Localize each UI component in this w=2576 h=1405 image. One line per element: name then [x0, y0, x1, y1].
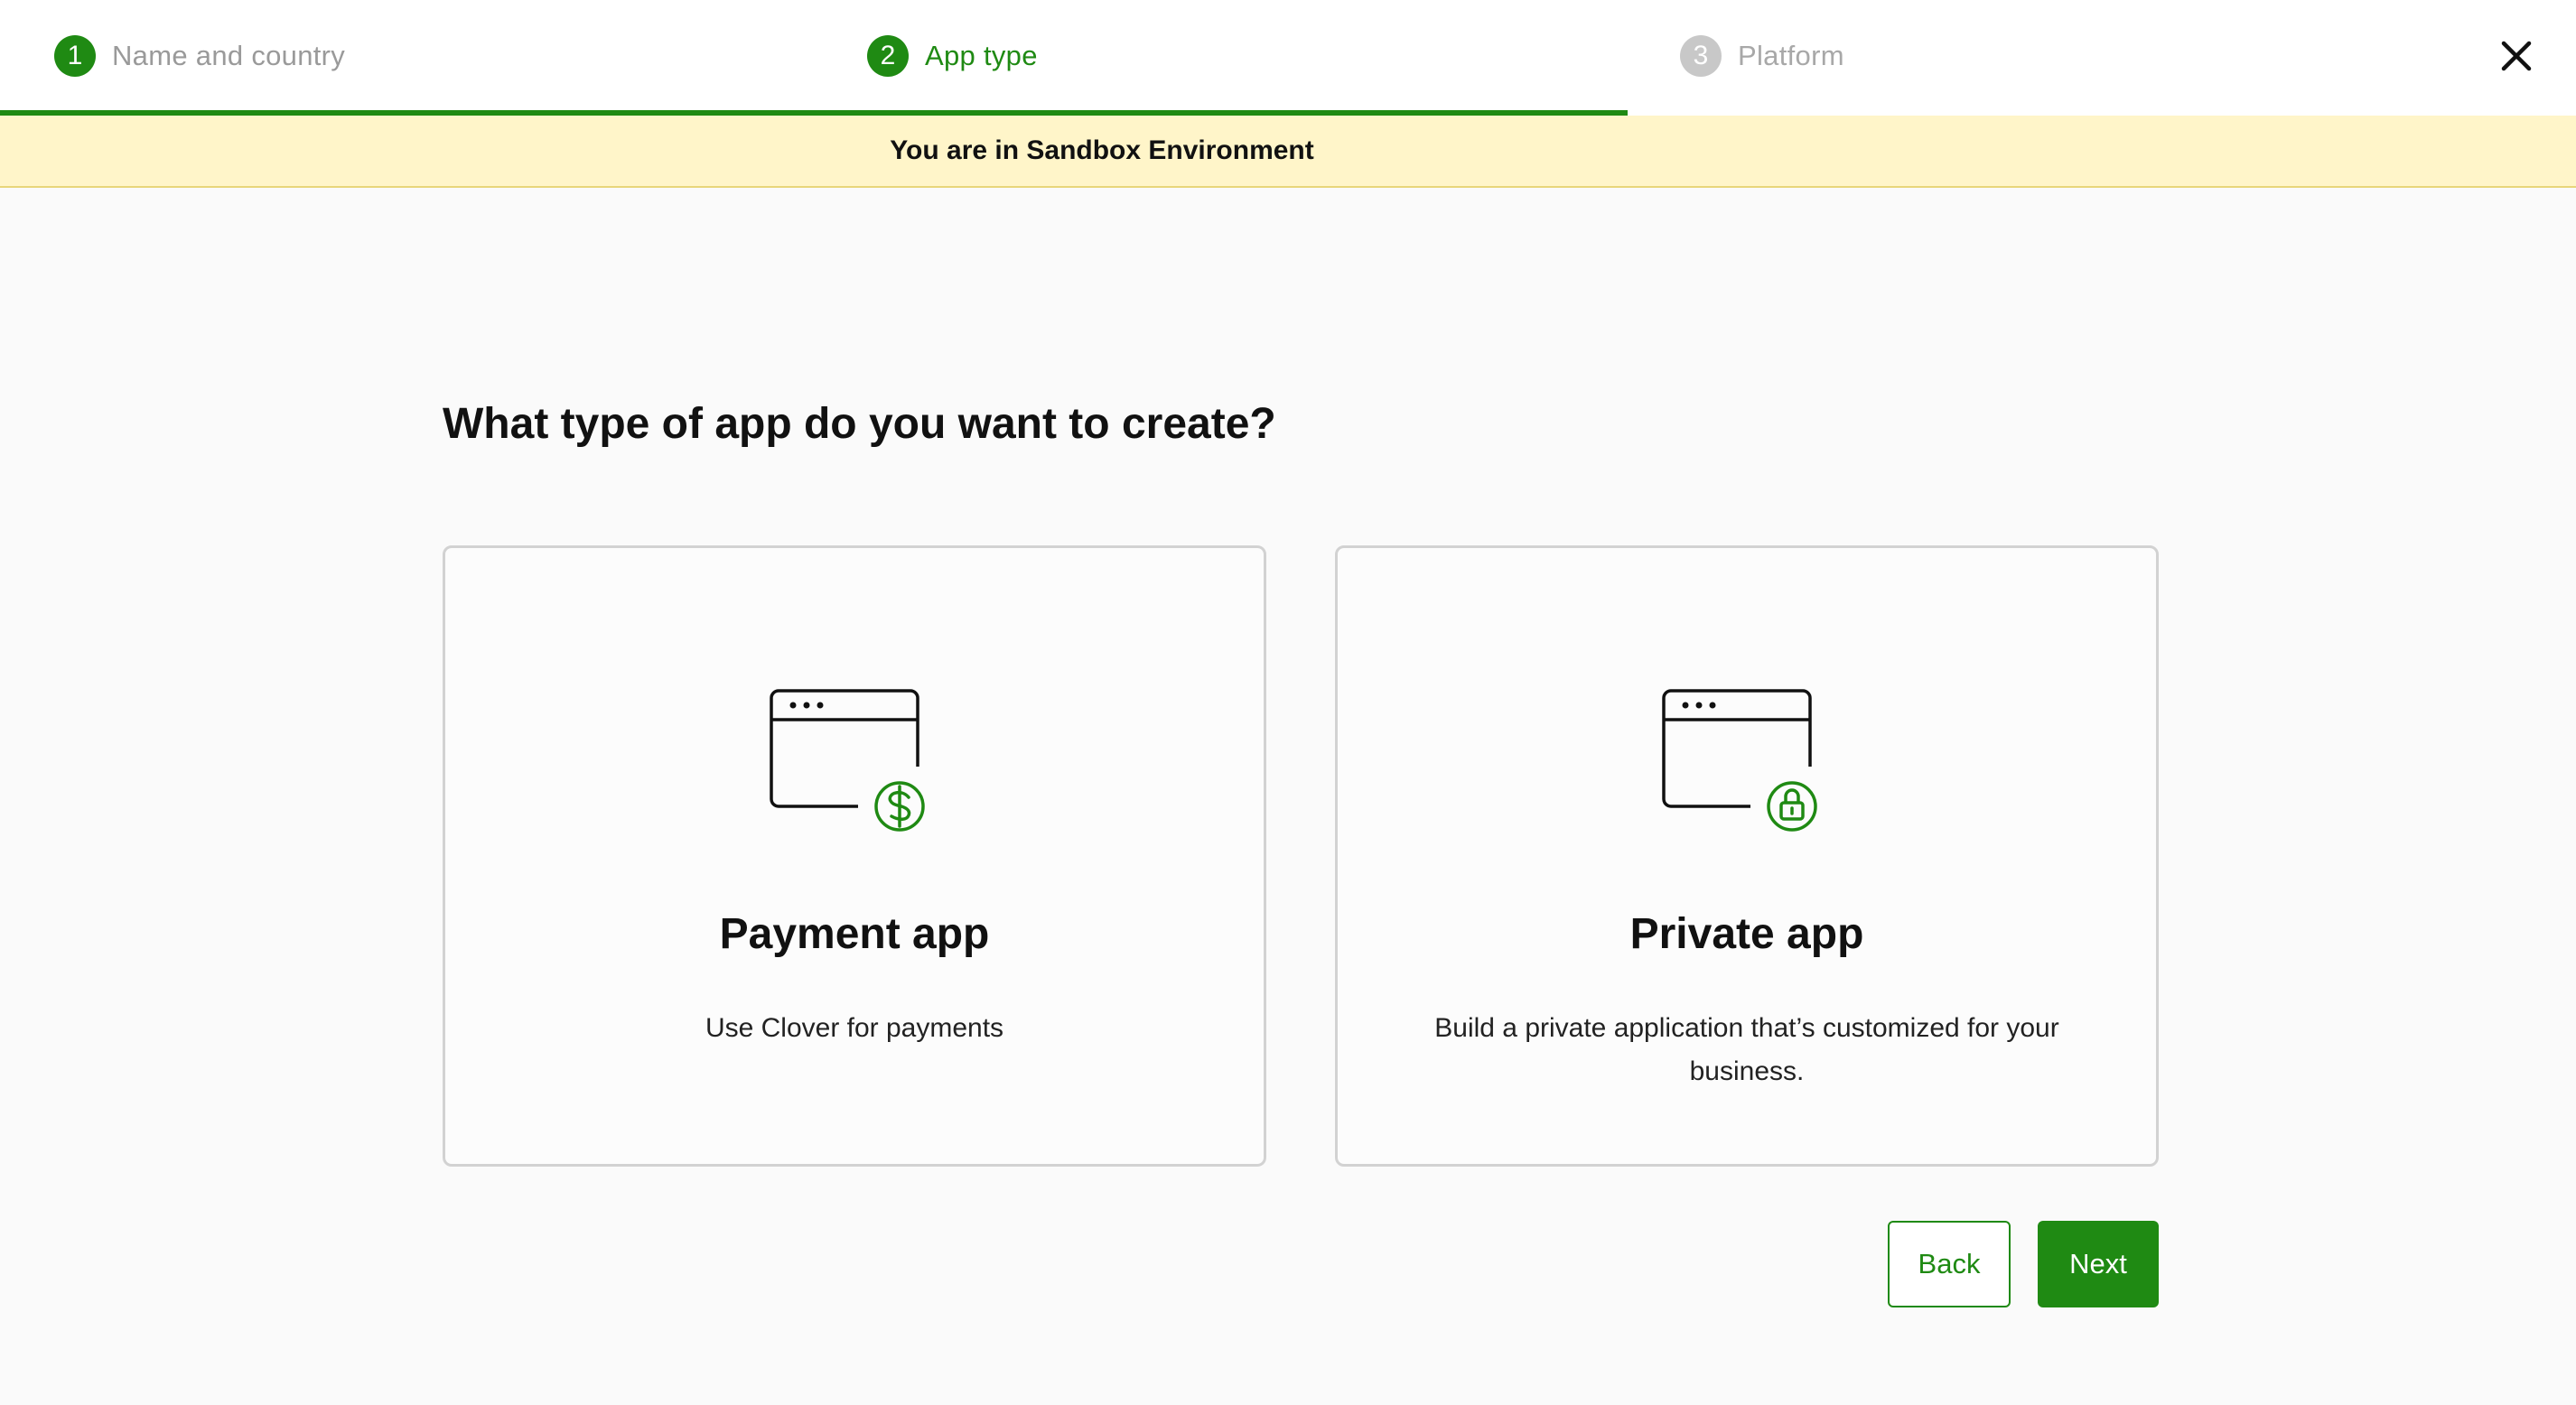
back-button[interactable]: Back — [1888, 1221, 2011, 1307]
next-button[interactable]: Next — [2038, 1221, 2159, 1307]
step-app-type[interactable]: 2 App type — [867, 33, 1038, 79]
sandbox-environment-banner: You are in Sandbox Environment — [0, 116, 2576, 188]
card-description: Use Clover for payments — [705, 1013, 1004, 1043]
page-title: What type of app do you want to create? — [443, 400, 1276, 448]
step-number-badge: 2 — [867, 35, 909, 77]
step-platform[interactable]: 3 Platform — [1680, 33, 1844, 79]
payment-app-card[interactable]: Payment app Use Clover for payments — [443, 545, 1266, 1167]
step-number-badge: 3 — [1680, 35, 1722, 77]
stepper-header: 1 Name and country 2 App type 3 Platform — [0, 0, 2576, 116]
step-label: Name and country — [112, 40, 346, 71]
close-button[interactable] — [2497, 36, 2536, 76]
close-icon — [2501, 41, 2532, 71]
step-number-badge: 1 — [54, 35, 96, 77]
step-label: Platform — [1738, 40, 1844, 71]
step-name-and-country[interactable]: 1 Name and country — [54, 33, 345, 79]
step-label: App type — [925, 40, 1038, 71]
browser-window-lock-icon — [1662, 689, 1817, 832]
private-app-card[interactable]: Private app Build a private application … — [1335, 545, 2159, 1167]
card-description: Build a private application that’s custo… — [1434, 1013, 2059, 1086]
card-title: Private app — [1629, 910, 1864, 958]
browser-window-dollar-icon — [770, 689, 925, 832]
card-title: Payment app — [719, 910, 990, 958]
